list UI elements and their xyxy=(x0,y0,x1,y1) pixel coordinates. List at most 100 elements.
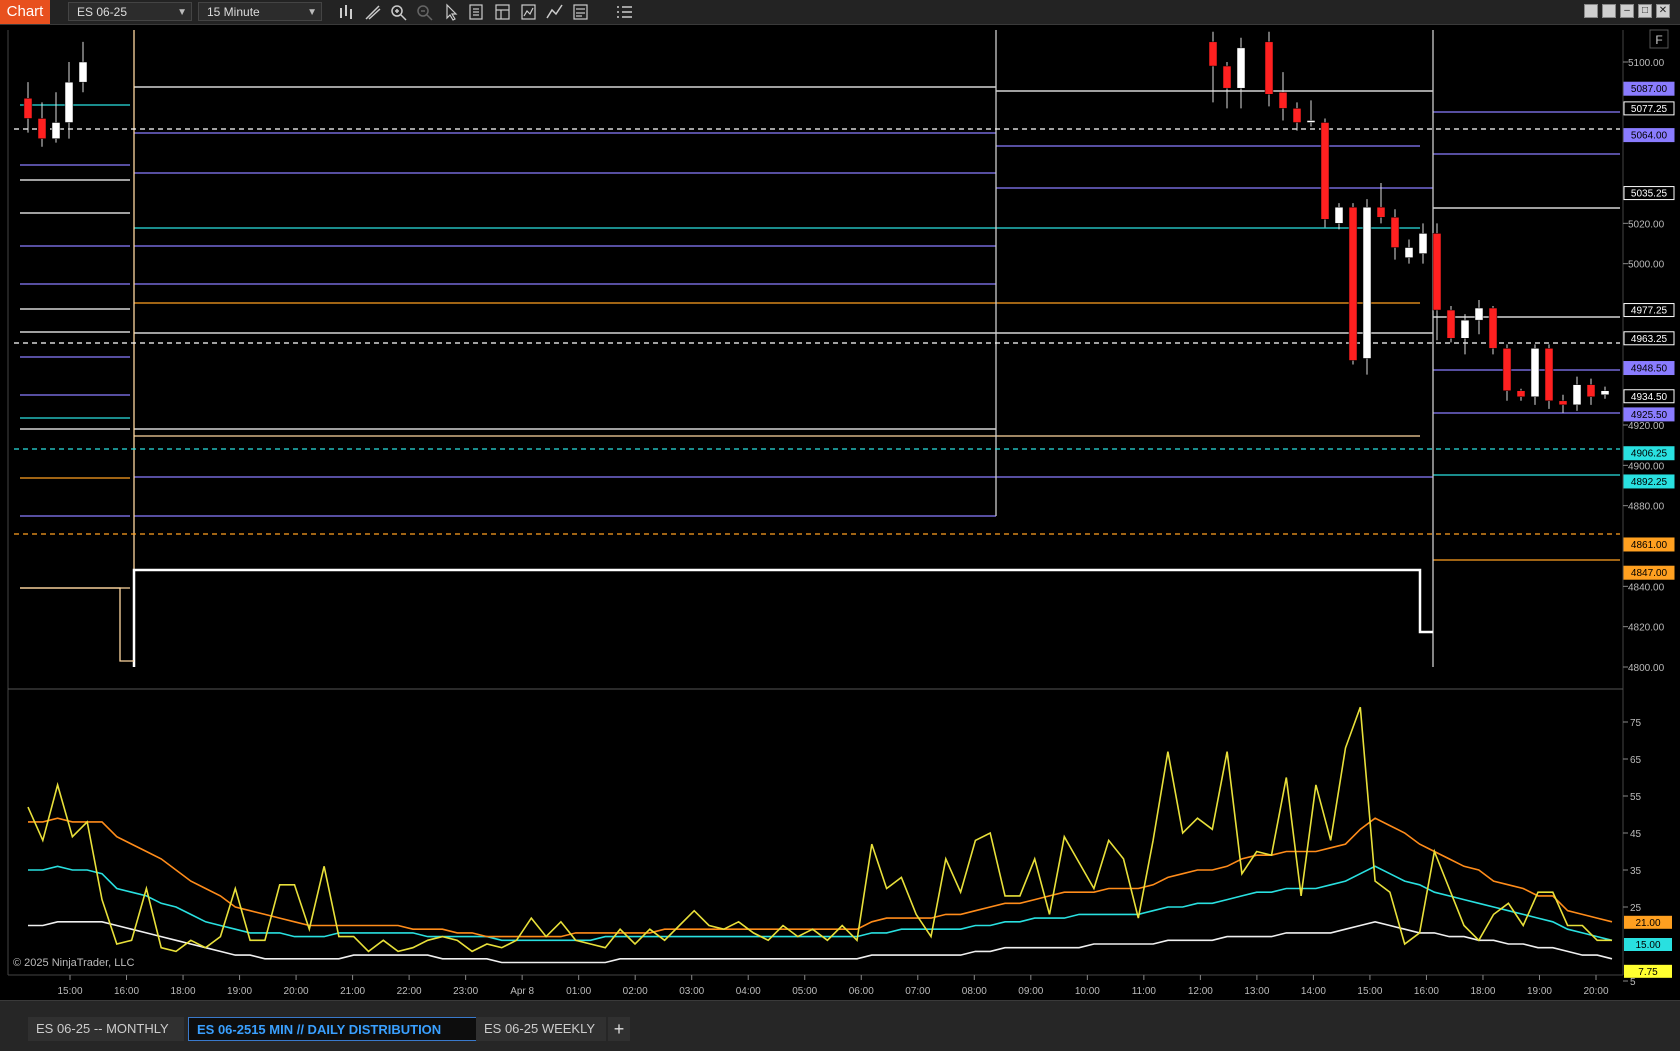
time-tick-label: 09:00 xyxy=(1018,986,1043,997)
candle-body xyxy=(1502,348,1512,391)
draw-tools-icon[interactable] xyxy=(362,2,384,22)
candle-body xyxy=(1320,122,1330,220)
instrument-value: ES 06-25 xyxy=(77,5,128,19)
osc-tick-label: 65 xyxy=(1630,755,1642,766)
tab-daily-distribution[interactable]: ES 06-2515 MIN // DAILY DISTRIBUTION xyxy=(188,1017,478,1041)
chevron-down-icon: ▼ xyxy=(177,7,187,18)
time-tick-label: 05:00 xyxy=(792,986,817,997)
chart-tab-bar: ES 06-25 -- MONTHLY ES 06-2515 MIN // DA… xyxy=(0,1000,1680,1051)
candle-body xyxy=(1460,319,1470,339)
candle-body xyxy=(1264,41,1274,95)
range-step xyxy=(20,587,134,662)
tab-weekly[interactable]: ES 06-25 WEEKLY xyxy=(476,1017,606,1041)
price-marker-label: 5035.25 xyxy=(1631,189,1668,200)
range-box xyxy=(132,568,1433,667)
chart-window-label[interactable]: Chart xyxy=(0,0,50,24)
candle-body xyxy=(1586,384,1596,398)
restore-icon[interactable] xyxy=(1584,4,1598,18)
templates-icon[interactable] xyxy=(492,2,514,22)
time-tick-label: 04:00 xyxy=(736,986,761,997)
data-box-icon[interactable] xyxy=(466,2,488,22)
candle-body xyxy=(23,98,33,119)
candle-body xyxy=(1362,206,1372,359)
price-panel xyxy=(7,30,1624,976)
price-marker-label: 5064.00 xyxy=(1631,131,1668,142)
candle-body xyxy=(1488,307,1498,349)
maximize-button[interactable]: □ xyxy=(1638,4,1652,18)
time-tick-label: 18:00 xyxy=(1470,986,1495,997)
time-tick-label: 06:00 xyxy=(849,986,874,997)
oscillator-axis: 75 65 55 45 35 25 5 21.00 15.00 7.75 xyxy=(1623,718,1672,988)
osc-tick-label: 35 xyxy=(1630,866,1642,877)
chevron-down-icon: ▼ xyxy=(307,7,317,18)
pointer-icon[interactable] xyxy=(440,2,462,22)
osc-tick-label: 5 xyxy=(1630,977,1636,988)
time-tick-label: 20:00 xyxy=(1583,986,1608,997)
candle-body xyxy=(1208,41,1218,67)
time-tick-label: 16:00 xyxy=(114,986,139,997)
osc-marker-label: 15.00 xyxy=(1635,940,1660,951)
time-tick-label: 18:00 xyxy=(171,986,196,997)
candle-body xyxy=(1222,65,1232,89)
oscillator-panel xyxy=(27,706,1613,964)
candle-body xyxy=(1572,384,1582,406)
tile-icon[interactable] xyxy=(1602,4,1616,18)
interval-value: 15 Minute xyxy=(207,5,260,19)
candle-body xyxy=(1348,206,1358,361)
candle-body xyxy=(1530,348,1540,398)
time-tick-label: 23:00 xyxy=(453,986,478,997)
price-marker-label: 4977.25 xyxy=(1631,306,1668,317)
price-tick-label: 5000.00 xyxy=(1628,260,1665,271)
close-button[interactable]: ✕ xyxy=(1656,4,1670,18)
candle-body xyxy=(1418,233,1428,254)
candle-body xyxy=(1544,348,1554,402)
time-axis: 15:00 16:00 18:00 19:00 20:00 21:00 22:00 23:00… xyxy=(8,975,1668,1013)
more-options-icon[interactable] xyxy=(614,2,636,22)
price-marker-label: 5077.25 xyxy=(1631,104,1668,115)
time-tick-label: Apr 8 xyxy=(510,986,534,997)
zoom-out-icon[interactable] xyxy=(414,2,436,22)
osc-marker-label: 7.75 xyxy=(1638,967,1658,978)
price-tick-label: 4920.00 xyxy=(1628,421,1665,432)
time-tick-label: 22:00 xyxy=(397,986,422,997)
candle-body xyxy=(1558,400,1568,406)
instrument-selector[interactable]: ES 06-25 ▼ xyxy=(68,2,192,21)
strategies-icon[interactable] xyxy=(518,2,540,22)
f-button-label: F xyxy=(1655,33,1662,47)
price-marker-label: 4892.25 xyxy=(1631,477,1668,488)
time-tick-label: 02:00 xyxy=(623,986,648,997)
price-tick-label: 4840.00 xyxy=(1628,582,1665,593)
price-marker-label: 5087.00 xyxy=(1631,84,1668,95)
time-tick-label: 07:00 xyxy=(905,986,930,997)
candle-body xyxy=(64,81,74,123)
price-marker-label: 4934.50 xyxy=(1631,392,1668,403)
price-tick-label: 4880.00 xyxy=(1628,502,1665,513)
price-tick-label: 5100.00 xyxy=(1628,58,1665,69)
osc-tick-label: 45 xyxy=(1630,829,1642,840)
chart-properties-icon[interactable] xyxy=(570,2,592,22)
candle-body xyxy=(1600,390,1610,396)
candle-body xyxy=(1292,108,1302,123)
indicators-icon[interactable] xyxy=(544,2,566,22)
price-marker-label: 4906.25 xyxy=(1631,449,1668,460)
price-tick-label: 4900.00 xyxy=(1628,461,1665,472)
price-tick-label: 4820.00 xyxy=(1628,623,1665,634)
chart-canvas[interactable]: 5100.00 5020.00 5000.00 4920.00 4900.00 4880.… xyxy=(0,25,1680,1013)
chart-panel[interactable]: 5100.00 5020.00 5000.00 4920.00 4900.00 4880.… xyxy=(0,25,1680,1013)
zoom-in-icon[interactable] xyxy=(388,2,410,22)
add-tab-button[interactable]: + xyxy=(608,1017,630,1041)
interval-selector[interactable]: 15 Minute ▼ xyxy=(198,2,322,21)
bar-style-icon[interactable] xyxy=(336,2,358,22)
minimize-button[interactable]: – xyxy=(1620,4,1634,18)
time-tick-label: 21:00 xyxy=(340,986,365,997)
price-marker-label: 4925.50 xyxy=(1631,410,1668,421)
tab-monthly[interactable]: ES 06-25 -- MONTHLY xyxy=(28,1017,184,1041)
price-marker-label: 4861.00 xyxy=(1631,540,1668,551)
oscillator-line xyxy=(28,920,1613,964)
osc-marker-label: 21.00 xyxy=(1635,918,1660,929)
price-axis: 5100.00 5020.00 5000.00 4920.00 4900.00 4880.… xyxy=(1623,58,1675,674)
price-tick-label: 4800.00 xyxy=(1628,663,1665,674)
candle-body xyxy=(1306,120,1316,123)
candle-body xyxy=(1376,206,1386,218)
candle-body xyxy=(51,122,61,139)
